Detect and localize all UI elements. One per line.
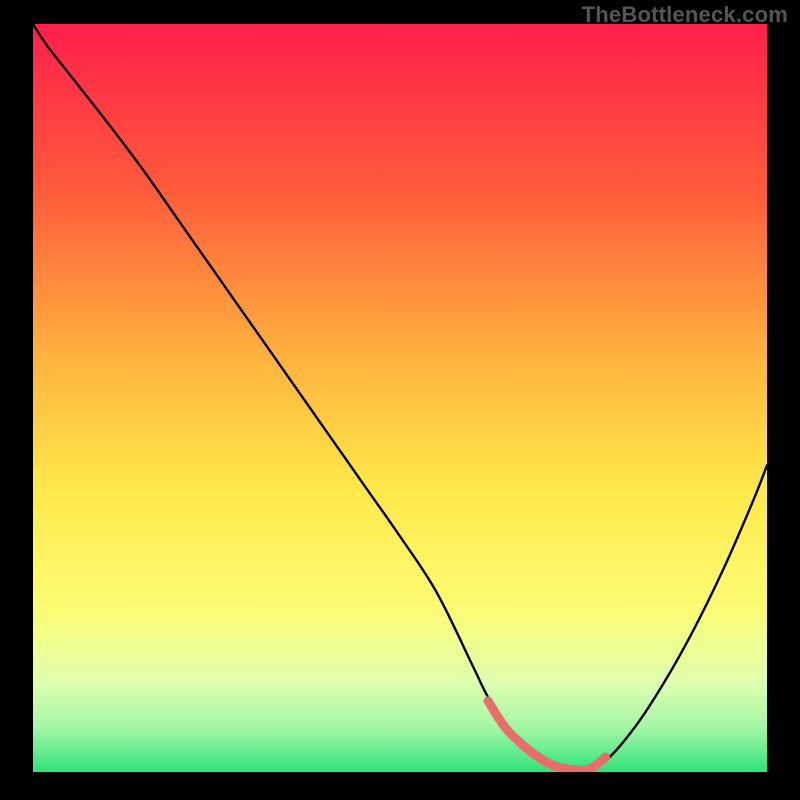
plot-area: [33, 24, 767, 772]
gradient-background: [33, 24, 767, 772]
plot-svg: [33, 24, 767, 772]
watermark-text: TheBottleneck.com: [582, 2, 788, 28]
chart-frame: TheBottleneck.com: [0, 0, 800, 800]
